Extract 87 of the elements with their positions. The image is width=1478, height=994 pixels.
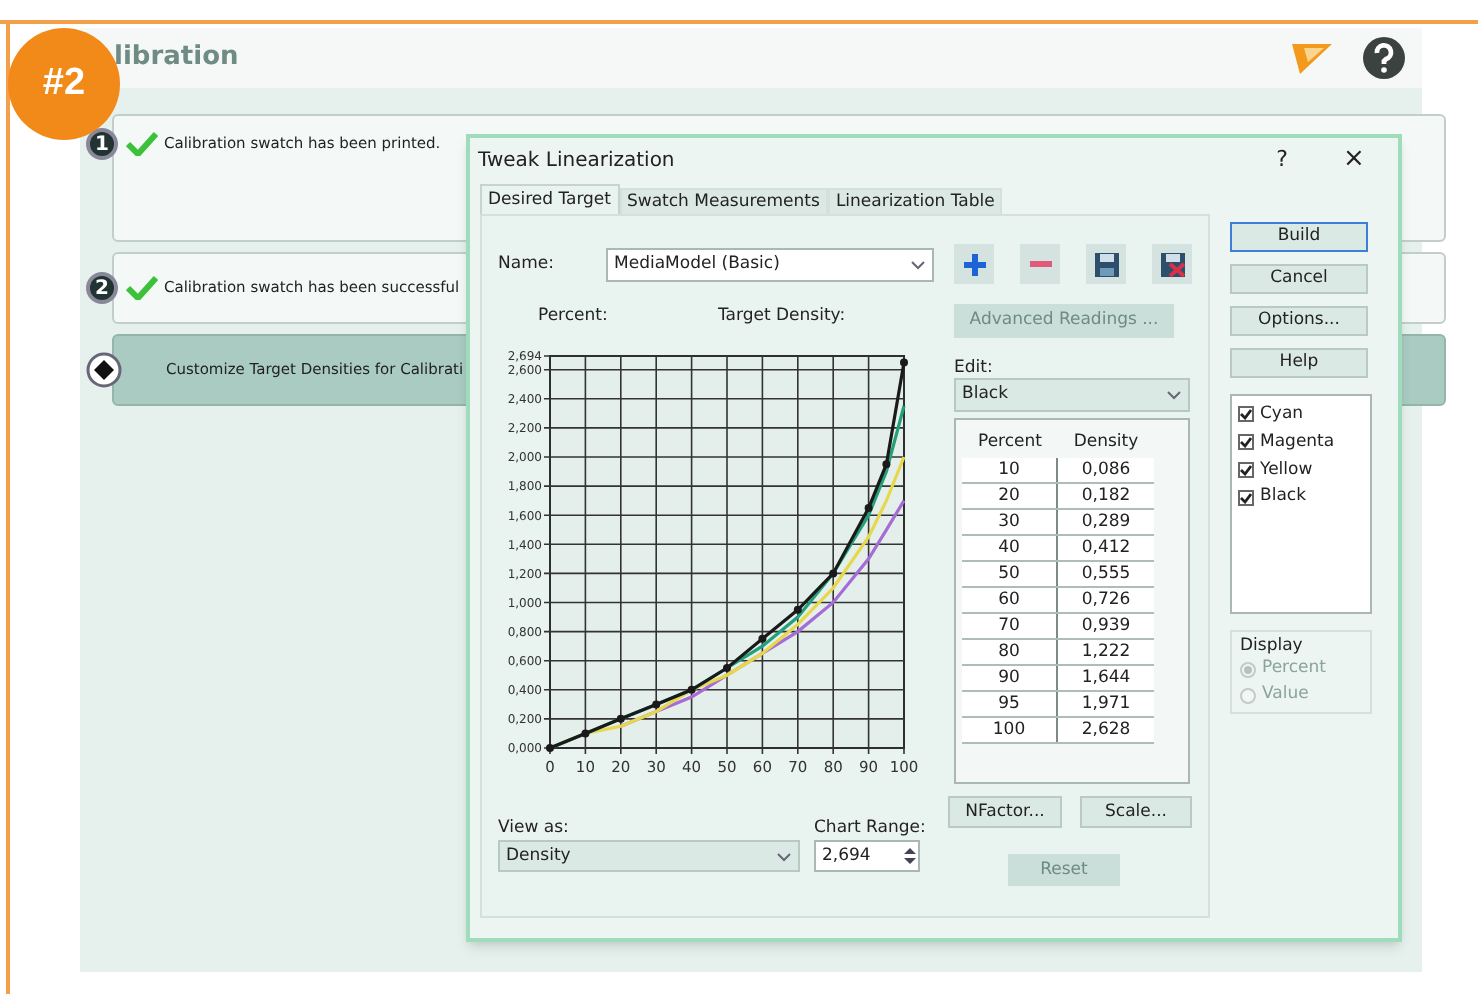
radio-label: Percent: [1262, 656, 1326, 682]
dialog-button[interactable]: Cancel: [1230, 264, 1368, 294]
chevron-down-icon: [1166, 390, 1182, 400]
table-cell: 50: [962, 562, 1058, 586]
data-point[interactable]: [546, 744, 554, 752]
table-cell-text: 1,644: [1079, 666, 1133, 690]
column-header: Density: [1071, 429, 1141, 455]
table-cell: 80: [962, 640, 1058, 664]
field-label: Name:: [498, 251, 556, 277]
help-icon[interactable]: [1362, 36, 1406, 80]
table-cell-text: 1,222: [1079, 640, 1133, 664]
column-header: Percent: [976, 429, 1044, 455]
floppy-delete-icon: [1159, 251, 1185, 277]
page-title: libration: [114, 40, 239, 77]
group-label: Display: [1240, 634, 1305, 656]
checkmark-icon: [126, 132, 158, 156]
checkbox[interactable]: [1238, 406, 1254, 423]
table-cell-text: 0,289: [1079, 510, 1133, 534]
table-cell: 10: [962, 458, 1058, 482]
checkbox[interactable]: [1238, 434, 1254, 451]
checkbox-label: Magenta: [1260, 429, 1335, 455]
axis-caption: Target Density:: [718, 303, 846, 329]
table-cell-text: 1,971: [1079, 692, 1133, 716]
tab[interactable]: Desired Target: [480, 184, 619, 214]
data-point[interactable]: [793, 605, 802, 614]
tab[interactable]: Linearization Table: [827, 188, 1003, 214]
table-cell-text: 0,086: [1079, 458, 1133, 482]
checkbox-label: Yellow: [1260, 457, 1313, 483]
remove-button[interactable]: [1020, 244, 1060, 284]
field-label: View as:: [498, 816, 571, 840]
data-point[interactable]: [900, 358, 908, 367]
field-label: Chart Range:: [814, 816, 926, 840]
table-cell-text: 2,628: [1079, 718, 1133, 742]
field-label: Edit:: [954, 356, 995, 378]
minus-icon: [1027, 260, 1053, 268]
dialog-button[interactable]: Options...: [1230, 306, 1368, 336]
checkbox-label: Black: [1260, 484, 1306, 510]
step-number: 1: [86, 128, 118, 160]
axis-caption: Percent:: [538, 303, 610, 329]
tab[interactable]: Swatch Measurements: [619, 188, 828, 214]
data-point[interactable]: [652, 700, 661, 709]
data-point[interactable]: [882, 460, 891, 469]
chevron-down-icon: [910, 259, 926, 269]
data-point[interactable]: [829, 569, 838, 578]
table-cell-text: 0,412: [1079, 536, 1133, 560]
step-number: 2: [86, 272, 118, 304]
table-cell: 95: [962, 692, 1058, 716]
data-point[interactable]: [616, 714, 625, 723]
data-point[interactable]: [581, 729, 590, 738]
table-cell: 100: [962, 718, 1058, 742]
plus-icon: [961, 251, 987, 277]
table-cell: 90: [962, 666, 1058, 690]
table-cell: 40: [962, 536, 1058, 560]
table-cell-text: 0,939: [1079, 614, 1133, 638]
radio-label: Value: [1262, 682, 1309, 708]
table-cell-text: 0,555: [1079, 562, 1133, 586]
spin-arrows-icon: [902, 844, 918, 868]
nfactor-button[interactable]: NFactor...: [948, 796, 1062, 828]
scale-button[interactable]: Scale...: [1080, 796, 1192, 828]
data-point[interactable]: [723, 664, 731, 672]
table-cell-text: 0,182: [1079, 484, 1133, 508]
data-point[interactable]: [864, 504, 873, 512]
table-cell: 20: [962, 484, 1058, 508]
edit-dropdown[interactable]: Black: [954, 378, 1190, 412]
name-dropdown[interactable]: MediaModel (Basic): [606, 247, 934, 281]
checkmark-icon: [126, 276, 158, 300]
data-point[interactable]: [687, 685, 696, 694]
view-as-dropdown[interactable]: Density: [498, 840, 800, 872]
table-cell-text: 0,726: [1079, 588, 1133, 612]
diamond-radio-icon: [86, 352, 122, 388]
delete-button[interactable]: [1152, 244, 1192, 284]
dialog-button[interactable]: Help: [1230, 348, 1368, 378]
dialog-title: Tweak Linearization: [478, 147, 675, 175]
chart-range-spinbox[interactable]: 2,694: [814, 840, 920, 872]
table-cell: 60: [962, 588, 1058, 612]
data-point[interactable]: [758, 634, 767, 643]
checkbox[interactable]: [1238, 489, 1254, 506]
close-button[interactable]: ×: [1334, 140, 1374, 180]
dialog-button[interactable]: Build: [1230, 222, 1368, 252]
save-button[interactable]: [1086, 244, 1126, 284]
chevron-down-icon: [776, 851, 792, 861]
help-button[interactable]: ?: [1262, 143, 1302, 177]
checkbox-label: Cyan: [1260, 402, 1304, 428]
table-cell: 70: [962, 614, 1058, 638]
add-button[interactable]: [954, 244, 994, 284]
table-cell: 30: [962, 510, 1058, 534]
checkbox[interactable]: [1238, 461, 1254, 478]
